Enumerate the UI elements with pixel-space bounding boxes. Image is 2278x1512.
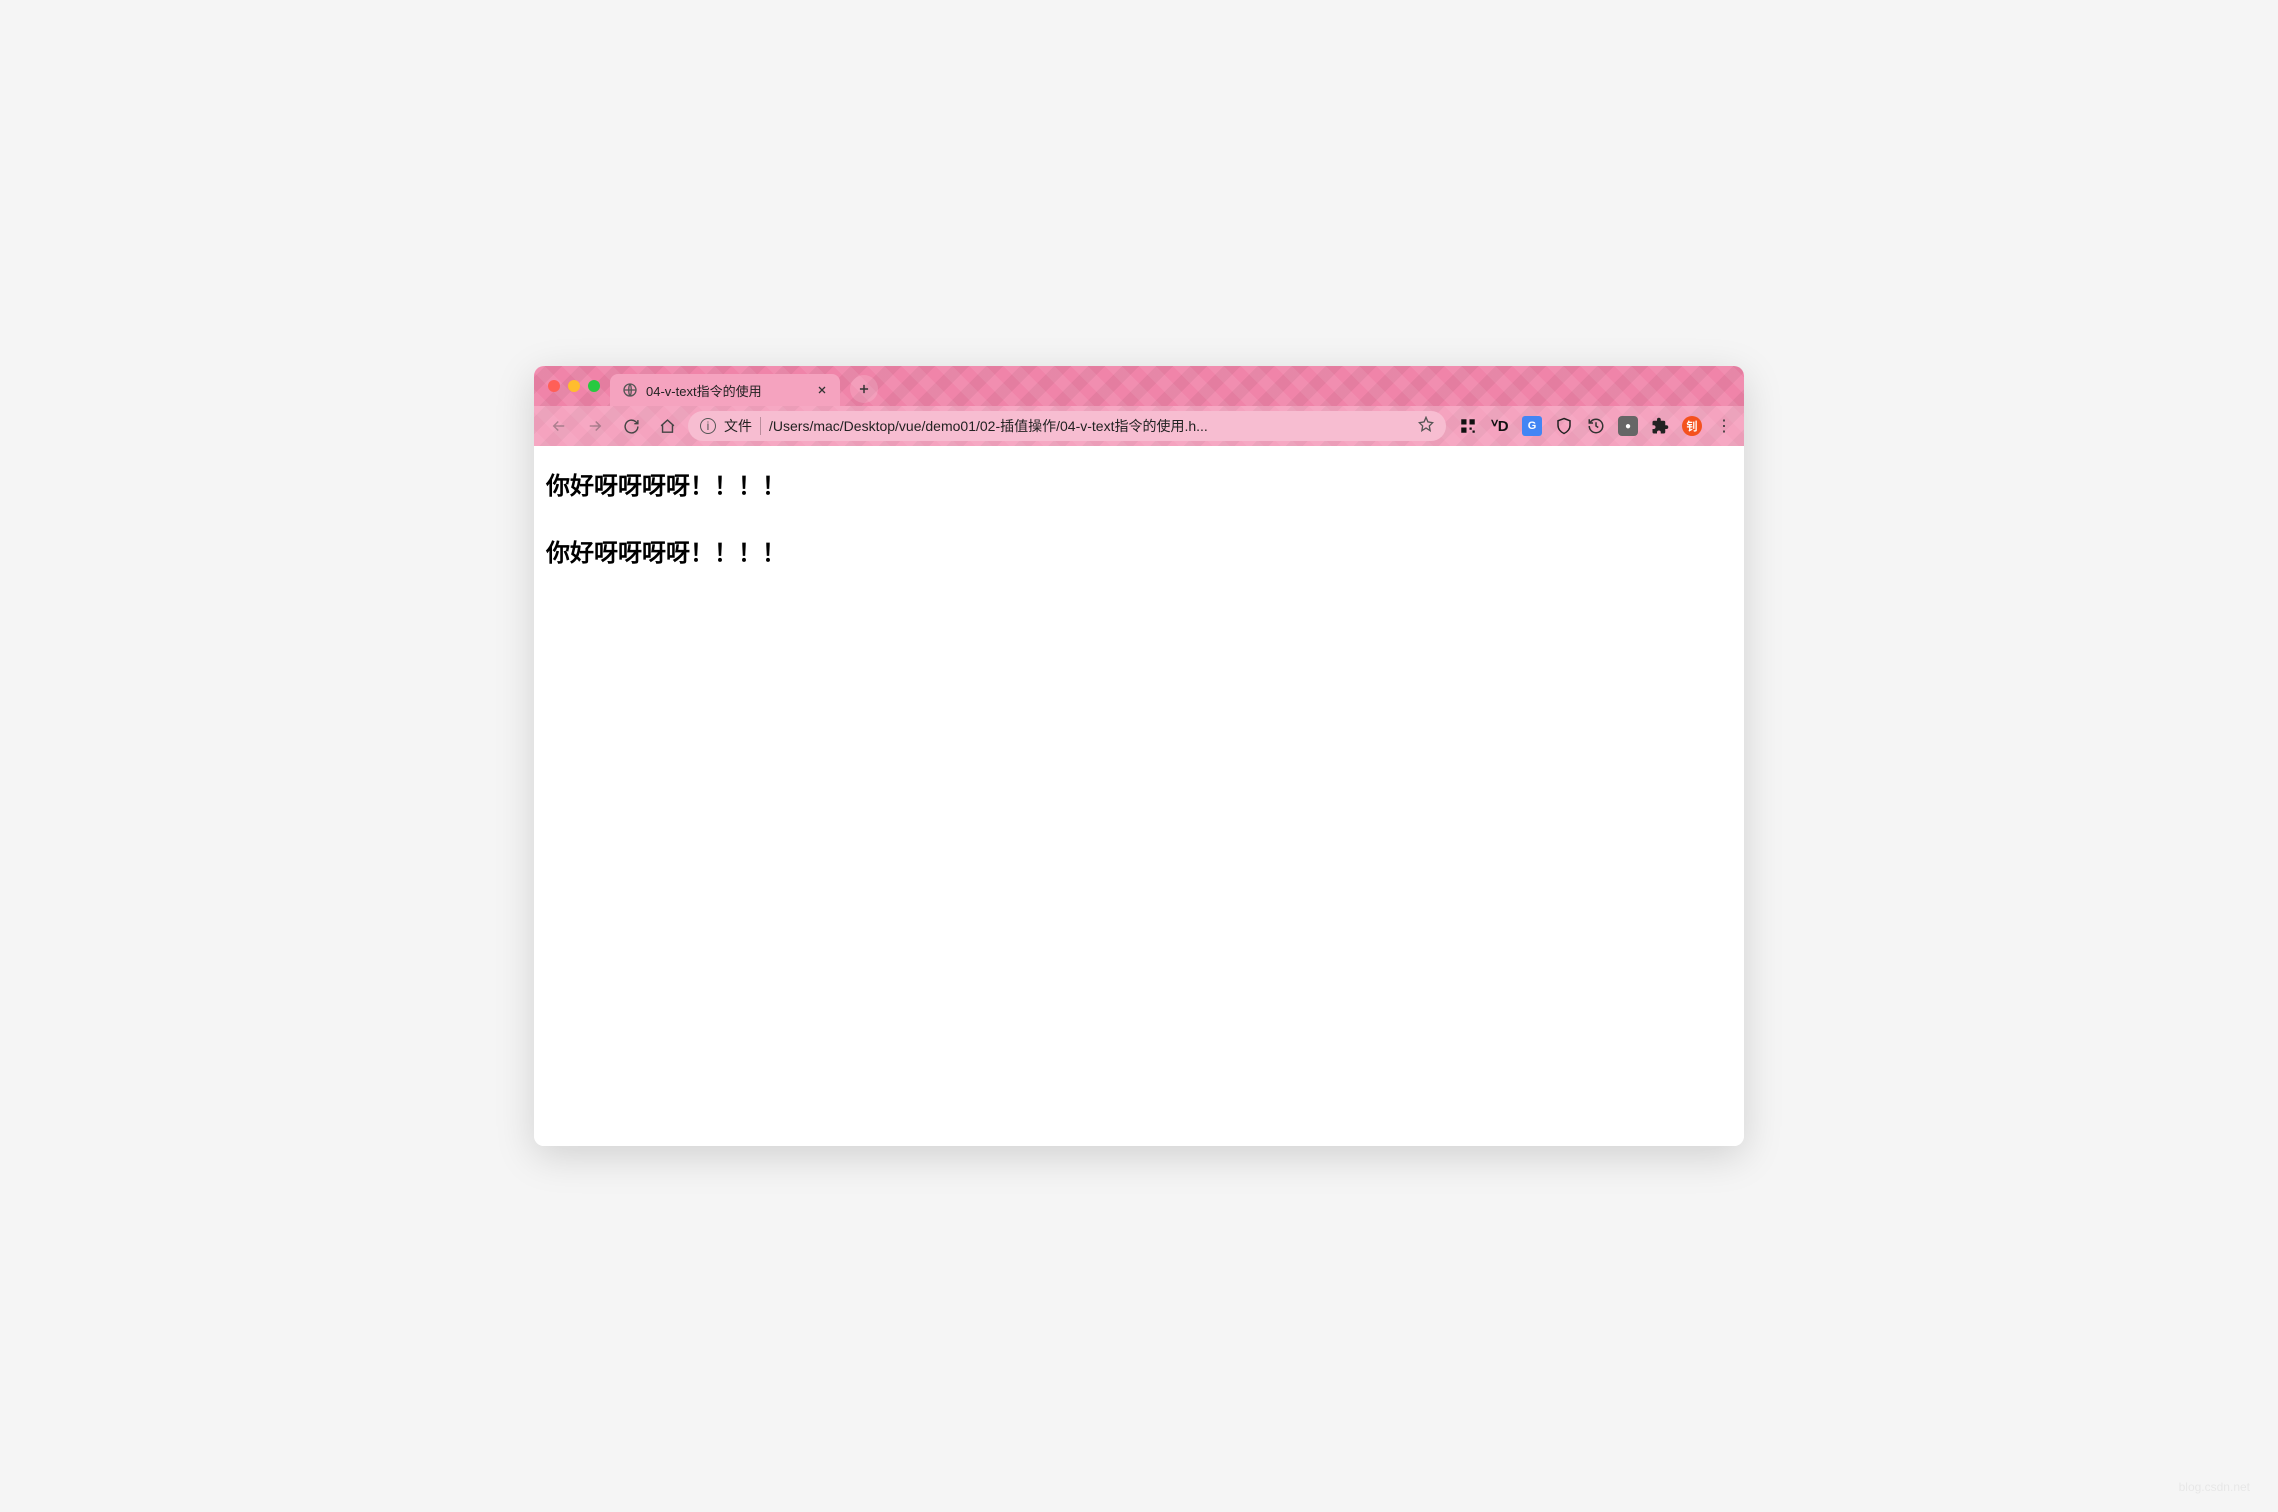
forward-button[interactable] bbox=[580, 411, 610, 441]
toolbar: i 文件 /Users/mac/Desktop/vue/demo01/02-插值… bbox=[534, 406, 1744, 446]
globe-icon bbox=[622, 382, 638, 398]
back-button[interactable] bbox=[544, 411, 574, 441]
bookmark-star-icon[interactable] bbox=[1418, 416, 1434, 437]
extension-icons: ⱽD G ● 钊 ⋮ bbox=[1452, 416, 1734, 436]
new-tab-button[interactable] bbox=[850, 375, 878, 403]
google-translate-icon[interactable]: G bbox=[1522, 416, 1542, 436]
window-close-button[interactable] bbox=[548, 380, 560, 392]
home-button[interactable] bbox=[652, 411, 682, 441]
extension-cloud-icon[interactable]: ● bbox=[1618, 416, 1638, 436]
address-bar[interactable]: i 文件 /Users/mac/Desktop/vue/demo01/02-插值… bbox=[688, 411, 1446, 441]
titlebar: 04-v-text指令的使用 bbox=[534, 366, 1744, 406]
extension-vd-icon[interactable]: ⱽD bbox=[1490, 416, 1510, 436]
browser-menu-button[interactable]: ⋮ bbox=[1714, 416, 1734, 436]
watermark: blog.csdn.net bbox=[2179, 1480, 2250, 1494]
address-separator bbox=[760, 417, 761, 435]
window-maximize-button[interactable] bbox=[588, 380, 600, 392]
url-scheme-label: 文件 bbox=[724, 416, 752, 436]
tab-title: 04-v-text指令的使用 bbox=[646, 381, 762, 400]
info-icon[interactable]: i bbox=[700, 418, 716, 434]
profile-avatar[interactable]: 钊 bbox=[1682, 416, 1702, 436]
qr-code-icon[interactable] bbox=[1458, 416, 1478, 436]
tab-close-button[interactable] bbox=[814, 382, 830, 398]
history-icon[interactable] bbox=[1586, 416, 1606, 436]
shield-icon[interactable] bbox=[1554, 416, 1574, 436]
window-minimize-button[interactable] bbox=[568, 380, 580, 392]
page-content: 你好呀呀呀呀！！！！ 你好呀呀呀呀！！！！ bbox=[534, 446, 1744, 1146]
url-path: /Users/mac/Desktop/vue/demo01/02-插值操作/04… bbox=[769, 416, 1410, 436]
reload-button[interactable] bbox=[616, 411, 646, 441]
traffic-lights bbox=[548, 380, 600, 392]
extensions-menu-icon[interactable] bbox=[1650, 416, 1670, 436]
browser-tab[interactable]: 04-v-text指令的使用 bbox=[610, 374, 840, 406]
browser-window: 04-v-text指令的使用 i 文件 /Users/mac/Desktop/v… bbox=[534, 366, 1744, 1146]
heading-line-1: 你好呀呀呀呀！！！！ bbox=[546, 466, 1732, 501]
heading-line-2: 你好呀呀呀呀！！！！ bbox=[546, 533, 1732, 568]
